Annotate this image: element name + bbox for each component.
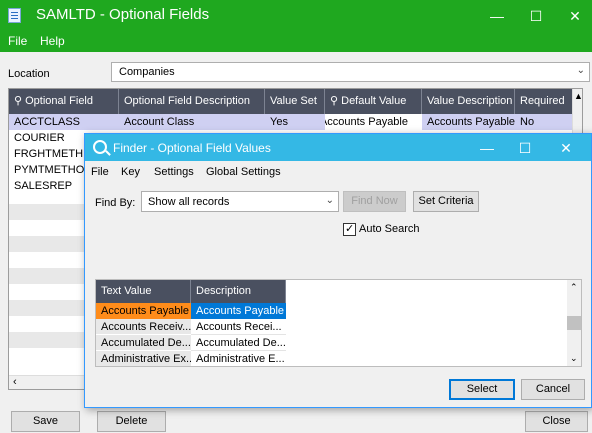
col-description[interactable]: Description bbox=[191, 280, 286, 303]
auto-search-checkbox[interactable] bbox=[343, 222, 356, 236]
chevron-down-icon[interactable]: ⌄ bbox=[326, 195, 334, 206]
col-description[interactable]: Optional Field Description bbox=[119, 89, 265, 114]
close-button[interactable]: Close bbox=[525, 411, 588, 432]
col-default-value[interactable]: ⚲ Default Value bbox=[325, 89, 422, 114]
location-select[interactable]: Companies ⌄ bbox=[111, 62, 590, 82]
main-title-bar[interactable]: SAMLTD - Optional Fields — ☐ ✕ bbox=[0, 0, 592, 31]
table-row[interactable]: ACCTCLASS Account Class Yes Accounts Pay… bbox=[9, 114, 574, 130]
cell-value-set: Yes bbox=[270, 116, 288, 128]
finder-dialog: Finder - Optional Field Values — ☐ ✕ Fil… bbox=[84, 133, 592, 408]
search-icon[interactable]: ⚲ bbox=[330, 95, 338, 107]
col-optional-field[interactable]: ⚲ Optional Field bbox=[9, 89, 119, 114]
location-value: Companies bbox=[119, 66, 175, 78]
set-criteria-button[interactable]: Set Criteria bbox=[413, 191, 479, 212]
scroll-thumb[interactable] bbox=[567, 316, 581, 330]
finder-results-grid[interactable]: Text Value Description Accounts Payable … bbox=[95, 279, 582, 367]
location-label: Location bbox=[8, 68, 50, 80]
table-row[interactable]: Administrative Ex... Administrative E... bbox=[96, 351, 286, 366]
minimize-icon[interactable]: — bbox=[482, 4, 512, 28]
select-button[interactable]: Select bbox=[449, 379, 515, 400]
cell-description: Account Class bbox=[124, 116, 195, 128]
finder-menu-file[interactable]: File bbox=[91, 166, 109, 178]
default-value-text: Accounts Payable bbox=[325, 116, 408, 128]
finder-minimize-icon[interactable]: — bbox=[472, 136, 502, 160]
menu-bar: File Help bbox=[0, 31, 592, 52]
finder-menu-global-settings[interactable]: Global Settings bbox=[206, 166, 281, 178]
col-value-set[interactable]: Value Set bbox=[265, 89, 325, 114]
finder-maximize-icon[interactable]: ☐ bbox=[510, 136, 540, 160]
window-title: SAMLTD - Optional Fields bbox=[36, 6, 210, 23]
finder-grid-header: Text Value Description bbox=[96, 280, 286, 303]
table-row[interactable]: Accumulated De... Accumulated De... bbox=[96, 335, 286, 351]
cell-description: Administrative E... bbox=[191, 351, 286, 366]
save-button[interactable]: Save bbox=[11, 411, 80, 432]
scroll-up-icon[interactable]: ⌃ bbox=[570, 282, 578, 293]
scroll-left-icon[interactable]: ‹ bbox=[13, 376, 17, 388]
finder-search-icon bbox=[93, 140, 107, 154]
search-icon[interactable]: ⚲ bbox=[14, 95, 22, 107]
close-icon[interactable]: ✕ bbox=[560, 4, 590, 28]
find-by-value: Show all records bbox=[148, 196, 230, 208]
menu-file[interactable]: File bbox=[8, 34, 27, 48]
maximize-icon[interactable]: ☐ bbox=[521, 4, 551, 28]
scroll-up-icon[interactable]: ▲ bbox=[574, 91, 582, 101]
grid-header: ⚲ Optional Field Optional Field Descript… bbox=[9, 89, 574, 114]
cell-description: Accounts Payable bbox=[191, 303, 286, 319]
scroll-down-icon[interactable]: ⌄ bbox=[570, 353, 578, 364]
auto-search-label[interactable]: Auto Search bbox=[359, 223, 420, 235]
cell-default-value[interactable]: Accounts Payable bbox=[325, 114, 422, 130]
menu-help[interactable]: Help bbox=[40, 34, 65, 48]
cell-required: No bbox=[520, 116, 535, 128]
finder-title: Finder - Optional Field Values bbox=[113, 141, 271, 155]
cell-optional-field: ACCTCLASS bbox=[14, 116, 81, 128]
find-now-button[interactable]: Find Now bbox=[343, 191, 406, 212]
chevron-down-icon[interactable]: ⌄ bbox=[577, 65, 585, 76]
delete-button[interactable]: Delete bbox=[97, 411, 166, 432]
col-optional-field-label: Optional Field bbox=[25, 95, 93, 107]
app-document-icon bbox=[8, 8, 21, 23]
cancel-button[interactable]: Cancel bbox=[521, 379, 585, 400]
cell-description: Accounts Recei... bbox=[191, 319, 286, 335]
table-row[interactable]: Accounts Receiv... Accounts Recei... bbox=[96, 319, 286, 335]
cell-text-value: Accounts Payable bbox=[96, 303, 191, 319]
cell-value-description: Accounts Payable bbox=[427, 116, 515, 128]
col-default-value-label: Default Value bbox=[341, 95, 407, 107]
cell-text-value: Administrative Ex... bbox=[96, 351, 191, 366]
cell-description: Accumulated De... bbox=[191, 335, 286, 351]
col-text-value[interactable]: Text Value bbox=[96, 280, 191, 303]
col-value-description[interactable]: Value Description bbox=[422, 89, 515, 114]
finder-close-icon[interactable]: ✕ bbox=[551, 136, 581, 160]
cell-text-value: Accounts Receiv... bbox=[96, 319, 191, 335]
col-required[interactable]: Required bbox=[515, 89, 574, 114]
finder-menu-key[interactable]: Key bbox=[121, 166, 140, 178]
table-row[interactable]: Accounts Payable Accounts Payable bbox=[96, 303, 286, 319]
finder-menu-settings[interactable]: Settings bbox=[154, 166, 194, 178]
find-by-label: Find By: bbox=[95, 197, 136, 209]
find-by-select[interactable]: Show all records ⌄ bbox=[141, 191, 339, 212]
finder-vertical-scrollbar[interactable]: ⌃ ⌄ bbox=[567, 280, 581, 366]
cell-text-value: Accumulated De... bbox=[96, 335, 191, 351]
finder-title-bar[interactable]: Finder - Optional Field Values — ☐ ✕ bbox=[85, 134, 591, 161]
